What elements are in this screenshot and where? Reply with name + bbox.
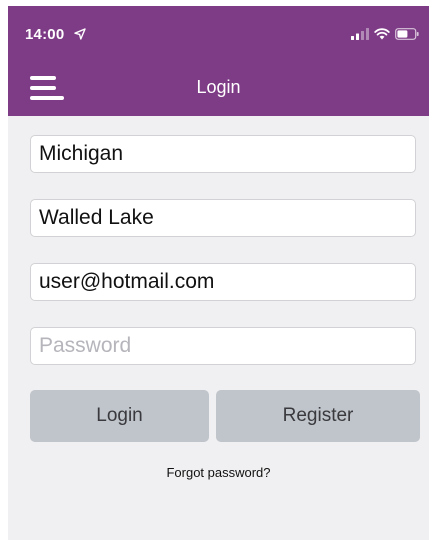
city-input[interactable] — [30, 199, 416, 237]
email-input[interactable] — [30, 263, 416, 301]
login-button[interactable]: Login — [30, 390, 209, 442]
nav-bar: Login — [8, 58, 429, 116]
forgot-password-link[interactable]: Forgot password? — [8, 465, 429, 480]
location-arrow-icon — [74, 28, 86, 40]
register-button[interactable]: Register — [216, 390, 420, 442]
page-title: Login — [196, 77, 241, 97]
status-bar: 14:00 — [8, 6, 429, 58]
system-icons — [351, 27, 419, 41]
status-time: 14:00 — [25, 26, 65, 43]
password-input[interactable] — [30, 327, 416, 365]
wifi-icon — [374, 28, 390, 40]
battery-icon — [395, 28, 419, 40]
cellular-signal-icon — [351, 28, 369, 40]
state-input[interactable] — [30, 135, 416, 173]
app-screen: 14:00 Login Michigan Walled Lake user@ho… — [8, 6, 429, 540]
